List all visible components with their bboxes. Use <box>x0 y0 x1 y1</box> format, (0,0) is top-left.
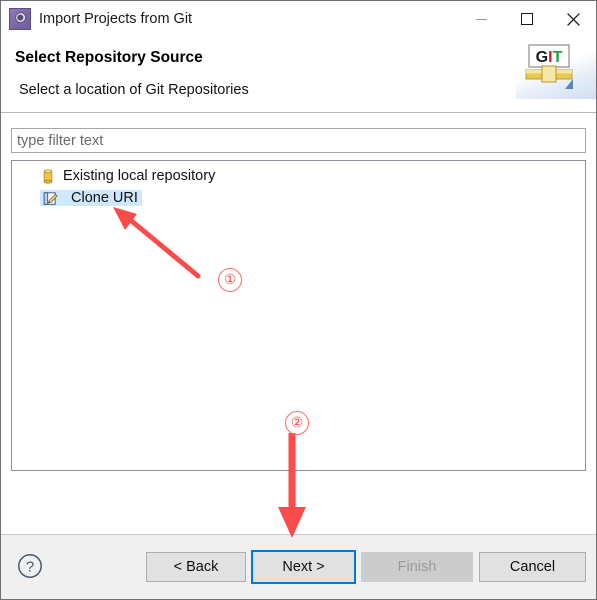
finish-button: Finish <box>361 552 473 582</box>
close-icon[interactable] <box>550 1 596 37</box>
back-button[interactable]: < Back <box>146 552 246 582</box>
git-import-gear-icon <box>9 8 31 30</box>
svg-text:GIT: GIT <box>536 49 563 66</box>
window-title: Import Projects from Git <box>39 11 193 27</box>
title-bar: Import Projects from Git <box>1 1 596 37</box>
search-input[interactable] <box>11 128 586 153</box>
maximize-icon[interactable] <box>504 1 550 37</box>
page-subtitle: Select a location of Git Repositories <box>19 82 249 98</box>
page-title: Select Repository Source <box>15 49 203 66</box>
tree-item-label: Clone URI <box>71 190 138 206</box>
tree-item-selection[interactable]: Clone URI <box>40 190 142 206</box>
minimize-icon[interactable] <box>458 1 504 37</box>
repository-cylinder-icon <box>40 168 56 184</box>
next-button[interactable]: Next > <box>251 550 356 584</box>
tree-item-label: Existing local repository <box>63 168 216 184</box>
window-controls <box>458 1 596 37</box>
git-logo-icon: GIT <box>525 44 573 89</box>
tree-item-existing-local-repository[interactable]: Existing local repository <box>12 165 585 187</box>
wizard-header: Select Repository Source Select a locati… <box>1 37 596 113</box>
tree-item-clone-uri[interactable]: Clone URI <box>12 187 585 209</box>
dialog-window: Import Projects from Git Select Reposito… <box>0 0 597 600</box>
annotation-marker-2: ② <box>285 411 309 435</box>
clone-uri-page-pencil-icon <box>42 190 58 206</box>
cancel-button[interactable]: Cancel <box>479 552 586 582</box>
svg-text:?: ? <box>26 559 34 576</box>
annotation-marker-1: ① <box>218 268 242 292</box>
help-question-icon[interactable]: ? <box>17 553 43 579</box>
header-banner: GIT <box>516 37 596 99</box>
